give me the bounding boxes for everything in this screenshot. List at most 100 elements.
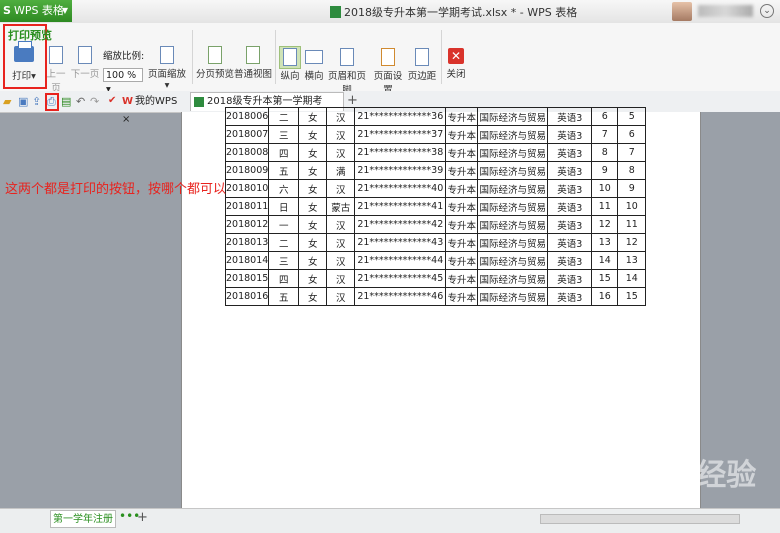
table-cell[interactable]: 女 — [298, 215, 328, 234]
table-cell[interactable]: 国际经济与贸易 — [477, 107, 549, 126]
table-cell[interactable]: 2018014 — [224, 251, 270, 270]
table-cell[interactable]: 专升本 — [445, 251, 479, 270]
table-cell[interactable]: 二 — [268, 107, 300, 126]
table-cell[interactable]: 六 — [268, 179, 300, 198]
table-cell[interactable]: 专升本 — [445, 287, 479, 306]
table-cell[interactable]: 国际经济与贸易 — [477, 233, 549, 252]
table-cell[interactable]: 专升本 — [445, 233, 479, 252]
table-cell[interactable]: 2018009 — [224, 161, 270, 180]
table-cell[interactable]: 专升本 — [445, 107, 479, 126]
table-cell[interactable]: 21*************43 — [354, 233, 447, 252]
table-cell[interactable]: 汉 — [326, 233, 356, 252]
table-cell[interactable]: 专升本 — [445, 161, 479, 180]
table-cell[interactable]: 16 — [591, 287, 619, 306]
table-cell[interactable]: 15 — [591, 269, 619, 288]
table-cell[interactable]: 11 — [591, 197, 619, 216]
table-cell[interactable]: 英语3 — [547, 161, 593, 180]
table-cell[interactable]: 2018007 — [224, 125, 270, 144]
table-cell[interactable]: 21*************36 — [354, 107, 447, 126]
table-cell[interactable]: 14 — [591, 251, 619, 270]
table-cell[interactable]: 21*************37 — [354, 125, 447, 144]
table-cell[interactable]: 女 — [298, 251, 328, 270]
new-tab-button[interactable]: + — [347, 93, 358, 108]
page-setup-button[interactable]: 页面设置 — [370, 48, 406, 96]
landscape-button[interactable]: 横向 — [303, 48, 325, 82]
table-cell[interactable]: 21*************42 — [354, 215, 447, 234]
table-cell[interactable]: 21*************41 — [354, 197, 447, 216]
table-cell[interactable]: 2018012 — [224, 215, 270, 234]
table-cell[interactable]: 7 — [617, 143, 647, 162]
table-cell[interactable]: 女 — [298, 125, 328, 144]
table-cell[interactable]: 21*************46 — [354, 287, 447, 306]
table-cell[interactable]: 2018011 — [224, 197, 270, 216]
table-cell[interactable]: 国际经济与贸易 — [477, 143, 549, 162]
table-cell[interactable]: 汉 — [326, 179, 356, 198]
table-cell[interactable]: 专升本 — [445, 143, 479, 162]
page-break-preview-button[interactable]: 分页预览 — [196, 46, 234, 80]
app-menu-button[interactable]: S WPS 表格 ▼ — [0, 0, 72, 22]
table-cell[interactable]: 五 — [268, 287, 300, 306]
table-cell[interactable]: 21*************38 — [354, 143, 447, 162]
table-cell[interactable]: 10 — [591, 179, 619, 198]
table-cell[interactable]: 21*************40 — [354, 179, 447, 198]
table-cell[interactable]: 英语3 — [547, 107, 593, 126]
table-cell[interactable]: 2018013 — [224, 233, 270, 252]
table-cell[interactable]: 15 — [617, 287, 647, 306]
table-cell[interactable]: 汉 — [326, 269, 356, 288]
table-cell[interactable]: 国际经济与贸易 — [477, 197, 549, 216]
redo-icon[interactable]: ↷ — [90, 95, 102, 108]
table-cell[interactable]: 专升本 — [445, 125, 479, 144]
undo-icon[interactable]: ↶ — [76, 95, 88, 108]
table-cell[interactable]: 日 — [268, 197, 300, 216]
horizontal-scrollbar[interactable] — [540, 514, 740, 524]
table-cell[interactable]: 汉 — [326, 125, 356, 144]
tab-my-wps[interactable]: W 我的WPS × — [122, 93, 186, 125]
table-cell[interactable]: 国际经济与贸易 — [477, 269, 549, 288]
table-cell[interactable]: 9 — [591, 161, 619, 180]
table-cell[interactable]: 2018008 — [224, 143, 270, 162]
table-cell[interactable]: 女 — [298, 269, 328, 288]
table-cell[interactable]: 12 — [591, 215, 619, 234]
avatar[interactable] — [672, 2, 692, 21]
table-cell[interactable]: 五 — [268, 161, 300, 180]
table-cell[interactable]: 三 — [268, 125, 300, 144]
table-cell[interactable]: 专升本 — [445, 215, 479, 234]
table-cell[interactable]: 女 — [298, 161, 328, 180]
table-cell[interactable]: 11 — [617, 215, 647, 234]
portrait-button[interactable]: 纵向 — [277, 48, 303, 82]
add-sheet-button[interactable]: + — [137, 510, 148, 525]
table-cell[interactable]: 8 — [591, 143, 619, 162]
table-cell[interactable]: 四 — [268, 269, 300, 288]
table-cell[interactable]: 6 — [591, 107, 619, 126]
table-cell[interactable]: 汉 — [326, 251, 356, 270]
table-cell[interactable]: 21*************39 — [354, 161, 447, 180]
prev-page-button[interactable]: 上一页 — [42, 46, 70, 94]
table-cell[interactable]: 一 — [268, 215, 300, 234]
save-icon[interactable]: ▣ — [18, 95, 30, 108]
table-cell[interactable]: 国际经济与贸易 — [477, 125, 549, 144]
export-icon[interactable]: ⇪ — [32, 95, 44, 108]
table-cell[interactable]: 专升本 — [445, 197, 479, 216]
header-footer-button[interactable]: 页眉和页脚 — [326, 48, 368, 96]
table-cell[interactable]: 女 — [298, 143, 328, 162]
quick-print-icon[interactable]: ⎙ — [47, 95, 59, 108]
table-cell[interactable]: 国际经济与贸易 — [477, 287, 549, 306]
table-cell[interactable]: 英语3 — [547, 215, 593, 234]
open-folder-icon[interactable]: ▰ — [3, 95, 15, 108]
table-cell[interactable]: 英语3 — [547, 143, 593, 162]
next-page-button[interactable]: 下一页 — [70, 46, 100, 80]
table-cell[interactable]: 满 — [326, 161, 356, 180]
close-tab-icon[interactable]: × — [122, 114, 130, 125]
table-cell[interactable]: 专升本 — [445, 179, 479, 198]
print-preview-icon[interactable]: ▤ — [61, 95, 73, 108]
close-preview-button[interactable]: ✕ 关闭 — [444, 48, 468, 80]
table-cell[interactable]: 英语3 — [547, 287, 593, 306]
table-cell[interactable]: 6 — [617, 125, 647, 144]
table-cell[interactable]: 8 — [617, 161, 647, 180]
table-cell[interactable]: 二 — [268, 233, 300, 252]
table-cell[interactable]: 10 — [617, 197, 647, 216]
brush-icon[interactable]: ✔ — [108, 95, 120, 107]
print-button[interactable]: 打印▾ — [6, 41, 42, 82]
table-cell[interactable]: 9 — [617, 179, 647, 198]
dropdown-icon[interactable]: ⌄ — [760, 4, 774, 18]
